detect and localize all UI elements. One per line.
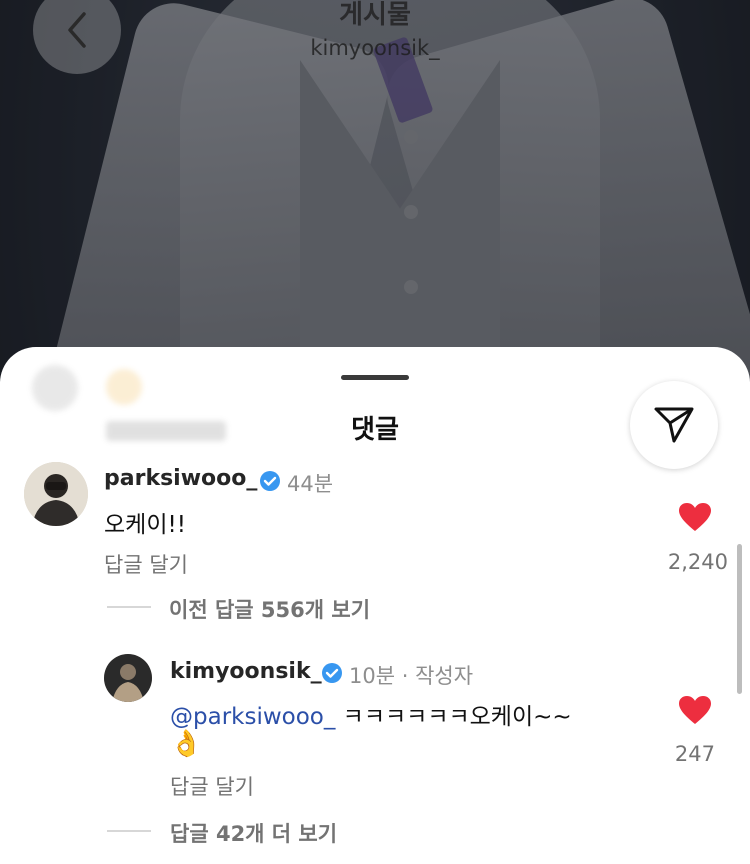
reply-button[interactable]: 답글 달기 — [104, 549, 188, 579]
like-count: 247 — [674, 742, 715, 766]
sheet-drag-handle[interactable] — [341, 375, 409, 380]
scrollbar[interactable] — [737, 544, 742, 694]
verified-badge-icon — [260, 471, 280, 491]
send-icon — [654, 407, 694, 443]
reply-meta: 10분 · 작성자 — [349, 664, 474, 688]
comment-text: 오케이!! — [104, 512, 186, 538]
post-username: kimyoonsik_ — [310, 36, 440, 60]
avatar[interactable] — [24, 462, 88, 526]
reply-body-text: ㅋㅋㅋㅋㅋㅋ오케이~~ — [335, 704, 572, 730]
heart-filled-icon[interactable] — [678, 695, 712, 725]
comments-sheet: 댓글 parksiwooo_ 44분 오케이!! 답글 달기 2,240 이전 … — [0, 347, 750, 864]
replies-divider — [107, 830, 151, 832]
reply-text: @parksiwooo_ ㅋㅋㅋㅋㅋㅋ오케이~~ — [170, 697, 572, 731]
comment-username[interactable]: parksiwooo_ — [104, 466, 257, 491]
verified-badge-icon — [322, 663, 342, 683]
view-previous-replies-link[interactable]: 이전 답글 556개 보기 — [169, 594, 370, 624]
mention-link[interactable]: @parksiwooo_ — [170, 704, 335, 730]
heart-filled-icon[interactable] — [678, 502, 712, 532]
view-more-replies-link[interactable]: 답글 42개 더 보기 — [170, 818, 337, 848]
reply-button[interactable]: 답글 달기 — [170, 771, 254, 801]
comment-time: 44분 — [287, 472, 334, 496]
like-count: 2,240 — [667, 550, 728, 574]
share-button[interactable] — [630, 381, 718, 469]
page-title: 게시물 — [339, 0, 411, 30]
replies-divider — [107, 606, 151, 608]
ok-hand-emoji: 👌 — [170, 729, 203, 759]
avatar[interactable] — [104, 654, 152, 702]
reply-username[interactable]: kimyoonsik_ — [170, 659, 322, 684]
